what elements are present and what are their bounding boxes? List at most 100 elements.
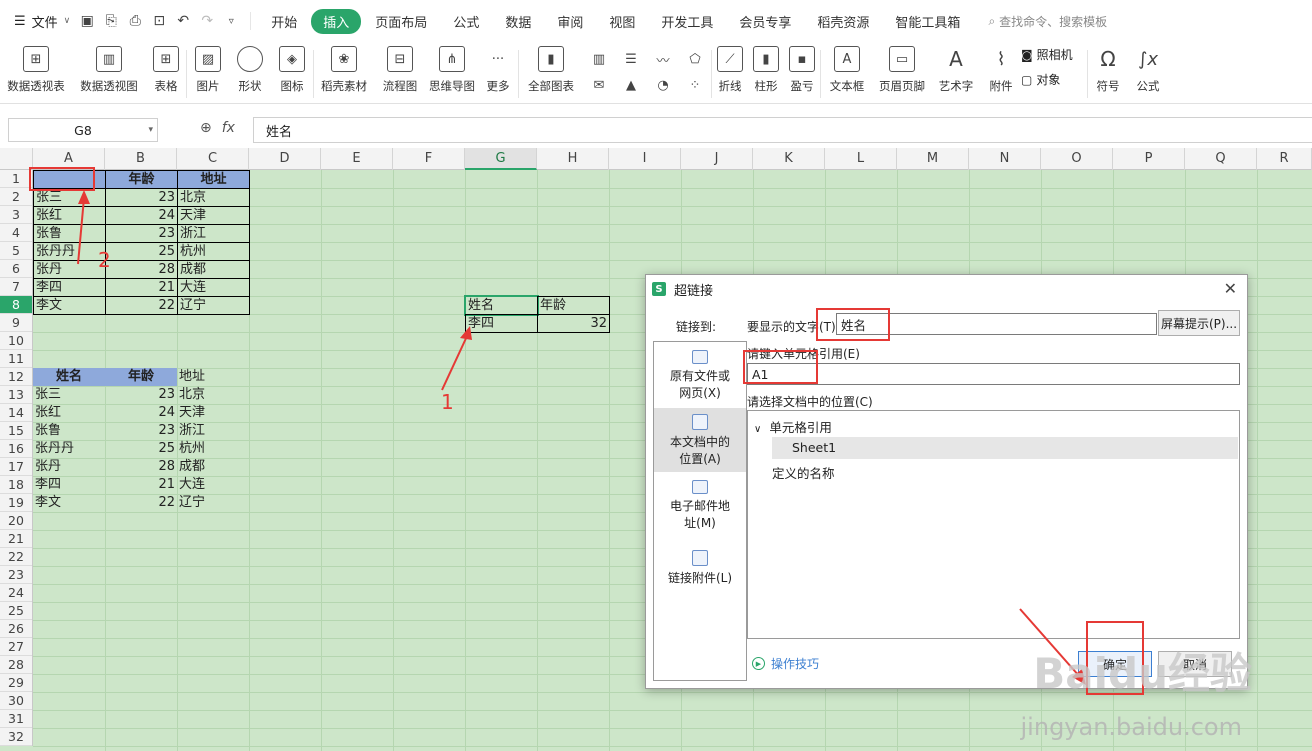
table-cell[interactable]: 浙江 — [177, 224, 250, 243]
row-header[interactable]: 6 — [0, 260, 32, 278]
all-charts-button[interactable]: ▮ 全部图表 — [519, 42, 583, 102]
print-preview-icon[interactable]: ⊡ — [150, 12, 168, 30]
pivot-chart-button[interactable]: ▥ 数据透视图 — [72, 42, 146, 102]
table-cell[interactable]: 张鲁 — [33, 422, 105, 440]
col-header-p[interactable]: P — [1113, 148, 1185, 170]
icon-button[interactable]: ◈ 图标 — [271, 42, 313, 102]
tab-developer[interactable]: 开发工具 — [649, 9, 725, 34]
radar-chart-icon[interactable]: ⬠ — [679, 46, 711, 72]
tree-node-cell-ref[interactable]: ∨ 单元格引用 — [754, 417, 832, 436]
row-header[interactable]: 31 — [0, 710, 32, 728]
row-header[interactable]: 22 — [0, 548, 32, 566]
row-header[interactable]: 10 — [0, 332, 32, 350]
table-cell[interactable]: 杭州 — [177, 242, 250, 261]
tab-insert[interactable]: 插入 — [311, 8, 362, 34]
row-header[interactable]: 24 — [0, 584, 32, 602]
row-header[interactable]: 13 — [0, 386, 32, 404]
row-header[interactable]: 2 — [0, 188, 32, 206]
tab-toolbox[interactable]: 智能工具箱 — [883, 9, 972, 34]
wordart-button[interactable]: A 艺术字 — [931, 42, 981, 102]
table-cell[interactable]: 杭州 — [177, 440, 249, 458]
table-cell[interactable]: 张丹丹 — [33, 440, 105, 458]
col-header-c[interactable]: C — [177, 148, 249, 170]
table-cell[interactable]: 成都 — [177, 458, 249, 476]
object-button[interactable]: ▢ 对象 — [1021, 71, 1087, 88]
col-header-q[interactable]: Q — [1185, 148, 1257, 170]
table-cell[interactable]: 辽宁 — [177, 296, 250, 315]
row-header[interactable]: 15 — [0, 422, 32, 440]
flowchart-button[interactable]: ⊟ 流程图 — [374, 42, 426, 102]
row-header[interactable]: 4 — [0, 224, 32, 242]
table-cell[interactable]: 张三 — [33, 386, 105, 404]
table-cell[interactable]: 21 — [105, 278, 178, 297]
table-cell[interactable]: 李四 — [33, 278, 106, 297]
header-cell[interactable]: 地址 — [177, 170, 250, 189]
tab-member[interactable]: 会员专享 — [727, 9, 803, 34]
row-header[interactable]: 17 — [0, 458, 32, 476]
pivot-table-button[interactable]: ⊞ 数据透视表 — [0, 42, 72, 102]
formula-input[interactable]: 姓名 — [253, 117, 1312, 143]
row-header[interactable]: 18 — [0, 476, 32, 494]
export-pdf-icon[interactable]: ⎘ — [102, 12, 120, 30]
table-cell[interactable]: 23 — [105, 386, 177, 404]
row-header[interactable]: 12 — [0, 368, 32, 386]
table-cell[interactable]: 李文 — [33, 494, 105, 512]
command-search[interactable]: ⌕ 查找命令、搜索模板 — [988, 13, 1107, 30]
row-header[interactable]: 11 — [0, 350, 32, 368]
table-cell[interactable]: 22 — [105, 296, 178, 315]
col-header-j[interactable]: J — [681, 148, 753, 170]
table-cell[interactable]: 22 — [105, 494, 177, 512]
row-header[interactable]: 16 — [0, 440, 32, 458]
col-header-k[interactable]: K — [753, 148, 825, 170]
zoom-icon[interactable]: ⊕ — [200, 120, 212, 136]
fx-icon[interactable]: fx — [222, 120, 235, 136]
line-chart-icon[interactable]: 〰 — [647, 46, 679, 72]
nav-attachment[interactable]: 链接附件(L) — [654, 550, 746, 590]
undo-icon[interactable]: ↶ — [174, 12, 192, 30]
tree-node-defined-names[interactable]: 定义的名称 — [772, 463, 835, 482]
row-header-selected[interactable]: 8 — [0, 296, 32, 314]
tab-home[interactable]: 开始 — [259, 9, 309, 34]
table-cell[interactable]: 24 — [105, 206, 178, 225]
header-cell[interactable]: 姓名 — [33, 368, 105, 386]
row-header[interactable]: 3 — [0, 206, 32, 224]
sparkline-line-button[interactable]: ⟋ 折线 — [712, 42, 748, 102]
table-cell[interactable]: 25 — [105, 440, 177, 458]
cell-h9[interactable]: 32 — [537, 314, 610, 333]
row-header[interactable]: 21 — [0, 530, 32, 548]
row-header[interactable]: 26 — [0, 620, 32, 638]
col-header-d[interactable]: D — [249, 148, 321, 170]
row-header[interactable]: 19 — [0, 494, 32, 512]
table-cell[interactable]: 北京 — [177, 386, 249, 404]
table-cell[interactable]: 李文 — [33, 296, 106, 315]
col-header-b[interactable]: B — [105, 148, 177, 170]
row-header[interactable]: 9 — [0, 314, 32, 332]
col-header-e[interactable]: E — [321, 148, 393, 170]
sparkline-column-button[interactable]: ▮ 柱形 — [748, 42, 784, 102]
document-location-tree[interactable]: ∨ 单元格引用 Sheet1 定义的名称 — [747, 410, 1240, 639]
textbox-button[interactable]: A 文本框 — [821, 42, 873, 102]
map-chart-icon[interactable]: ✉ — [583, 72, 615, 98]
redo-icon[interactable]: ↷ — [198, 12, 216, 30]
tab-review[interactable]: 审阅 — [545, 9, 595, 34]
print-icon[interactable]: ⎙ — [126, 12, 144, 30]
table-cell[interactable]: 23 — [105, 422, 177, 440]
row-header[interactable]: 30 — [0, 692, 32, 710]
row-header[interactable]: 29 — [0, 674, 32, 692]
row-header[interactable]: 14 — [0, 404, 32, 422]
column-chart-icon[interactable]: ▥ — [583, 46, 615, 72]
table-cell[interactable]: 天津 — [177, 206, 250, 225]
tab-docer[interactable]: 稻壳资源 — [805, 9, 881, 34]
row-header[interactable]: 25 — [0, 602, 32, 620]
table-cell[interactable]: 28 — [105, 458, 177, 476]
nav-email[interactable]: 电子邮件地址(M) — [654, 480, 746, 532]
table-cell[interactable]: 大连 — [177, 476, 249, 494]
tips-link[interactable]: ▶ 操作技巧 — [752, 655, 819, 672]
table-cell[interactable]: 23 — [105, 224, 178, 243]
nav-place-in-document[interactable]: 本文档中的位置(A) — [654, 408, 746, 472]
mindmap-button[interactable]: ⋔ 思维导图 — [426, 42, 478, 102]
more-button[interactable]: ··· 更多 — [478, 42, 518, 102]
table-cell[interactable]: 28 — [105, 260, 178, 279]
symbol-button[interactable]: Ω 符号 — [1088, 42, 1128, 102]
picture-button[interactable]: ▨ 图片 — [187, 42, 229, 102]
